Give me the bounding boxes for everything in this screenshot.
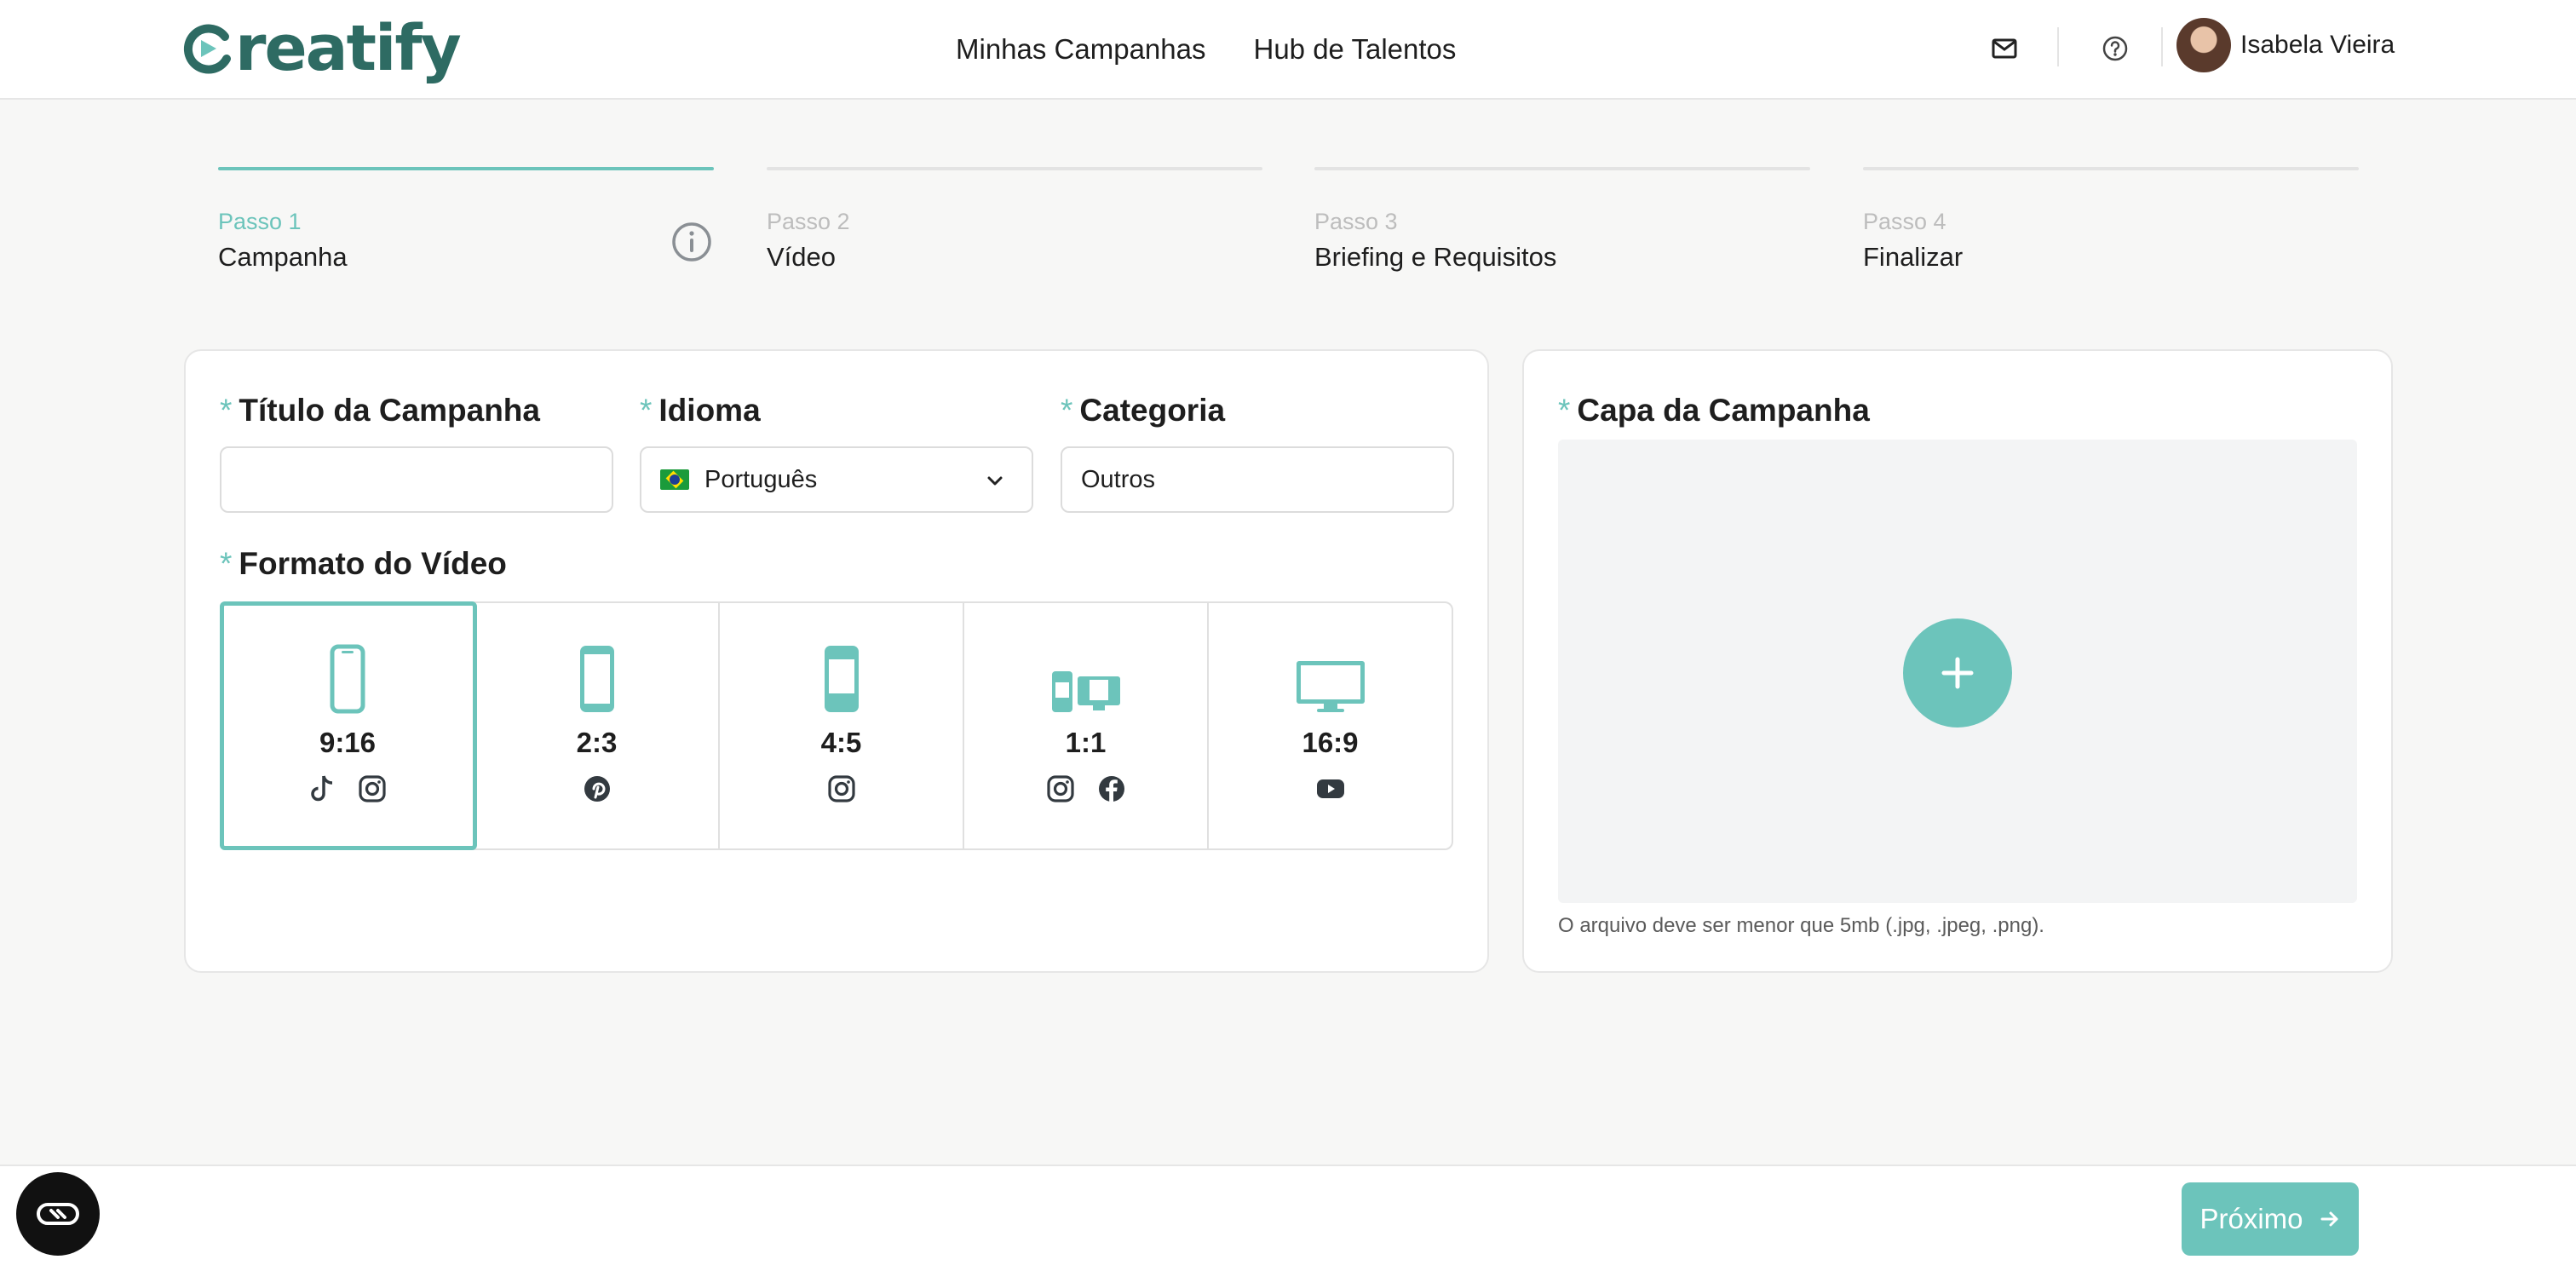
required-mark: *	[640, 393, 653, 428]
pinterest-icon	[584, 776, 610, 802]
format-ratio: 16:9	[1302, 727, 1359, 758]
nav-minhas-campanhas[interactable]: Minhas Campanhas	[956, 29, 1206, 70]
user-name[interactable]: Isabela Vieira	[2240, 27, 2395, 63]
title-label-text: Título da Campanha	[239, 393, 540, 428]
brazil-flag-icon	[660, 469, 689, 490]
info-icon[interactable]	[670, 220, 714, 264]
add-cover-button[interactable]	[1903, 618, 2012, 728]
format-option-16-9[interactable]: 16:9	[1209, 603, 1452, 848]
step-progress-bar	[1863, 167, 2359, 170]
next-button[interactable]: Próximo	[2182, 1182, 2359, 1256]
format-label: * Formato do Vídeo	[220, 543, 507, 584]
instagram-icon	[827, 775, 855, 802]
step-finalizar[interactable]: Passo 4 Finalizar	[1863, 167, 2359, 278]
video-format-selector: 9:16 2:3 4:5 1:1 16:9	[220, 601, 1453, 850]
phone-filled-icon	[823, 644, 860, 714]
next-button-label: Próximo	[2199, 1203, 2303, 1234]
creatify-logo[interactable]: reatify	[182, 12, 462, 85]
campaign-title-input[interactable]	[220, 446, 613, 513]
campaign-form-card: * Título da Campanha * Idioma Português * C…	[184, 349, 1489, 973]
format-option-4-5[interactable]: 4:5	[720, 603, 964, 848]
step-video[interactable]: Passo 2 Vídeo	[767, 167, 1262, 278]
language-label: * Idioma	[640, 390, 761, 431]
main-nav: Minhas Campanhas Hub de Talentos	[956, 29, 1456, 70]
step-progress-bar	[218, 167, 714, 170]
step-progress-bar	[1314, 167, 1810, 170]
monitor-icon	[1295, 644, 1366, 714]
step-number: Passo 4	[1863, 209, 1946, 234]
instagram-icon	[1046, 775, 1074, 802]
cover-upload-dropzone[interactable]	[1558, 440, 2357, 903]
step-number: Passo 2	[767, 209, 850, 234]
facebook-icon	[1098, 776, 1124, 802]
language-value: Português	[704, 465, 818, 493]
phone-outline-icon	[330, 644, 365, 714]
infinity-loop-icon	[37, 1203, 79, 1225]
logo-play-icon	[183, 24, 231, 74]
top-header: reatify Minhas Campanhas Hub de Talentos…	[0, 0, 2576, 100]
language-select[interactable]: Português	[640, 446, 1033, 513]
required-mark: *	[220, 546, 233, 581]
format-ratio: 1:1	[1065, 727, 1107, 758]
step-briefing[interactable]: Passo 3 Briefing e Requisitos	[1314, 167, 1810, 278]
category-label-text: Categoria	[1079, 393, 1226, 428]
step-title: Campanha	[218, 242, 348, 272]
chevron-down-icon	[987, 476, 1003, 486]
phone-and-monitor-icon	[1050, 644, 1122, 714]
instagram-icon	[359, 775, 386, 802]
youtube-icon	[1316, 779, 1344, 798]
format-ratio: 2:3	[576, 727, 618, 758]
format-option-2-3[interactable]: 2:3	[475, 603, 720, 848]
category-label: * Categoria	[1061, 390, 1225, 431]
user-avatar[interactable]	[2176, 18, 2231, 72]
required-mark: *	[220, 393, 233, 428]
language-label-text: Idioma	[658, 393, 761, 428]
help-icon[interactable]	[2096, 30, 2134, 67]
arrow-right-icon	[2320, 1211, 2338, 1227]
step-number: Passo 3	[1314, 209, 1398, 234]
cover-label-text: Capa da Campanha	[1577, 393, 1870, 428]
required-mark: *	[1061, 393, 1073, 428]
title-label: * Título da Campanha	[220, 390, 540, 431]
category-value: Outros	[1081, 465, 1156, 493]
cover-label: * Capa da Campanha	[1558, 390, 1870, 431]
tiktok-icon	[311, 775, 333, 802]
upload-hint: O arquivo deve ser menor que 5mb (.jpg, …	[1558, 914, 2044, 937]
step-progress-bar	[767, 167, 1262, 170]
header-divider	[2161, 27, 2163, 66]
nav-hub-de-talentos[interactable]: Hub de Talentos	[1254, 29, 1457, 70]
format-ratio: 9:16	[319, 727, 377, 758]
format-option-9-16[interactable]: 9:16	[220, 601, 477, 850]
cover-upload-card: * Capa da Campanha O arquivo deve ser men…	[1522, 349, 2393, 973]
plus-icon	[1941, 657, 1974, 689]
format-option-1-1[interactable]: 1:1	[964, 603, 1209, 848]
step-title: Finalizar	[1863, 242, 1964, 272]
required-mark: *	[1558, 393, 1571, 428]
logo-text: reatify	[235, 12, 462, 85]
header-divider	[2057, 27, 2059, 66]
chat-widget-button[interactable]	[16, 1172, 100, 1256]
step-title: Briefing e Requisitos	[1314, 242, 1557, 272]
step-title: Vídeo	[767, 242, 837, 272]
format-label-text: Formato do Vídeo	[239, 546, 507, 581]
phone-filled-icon	[578, 644, 616, 714]
format-ratio: 4:5	[820, 727, 862, 758]
step-number: Passo 1	[218, 209, 302, 234]
category-field[interactable]: Outros	[1061, 446, 1454, 513]
mail-icon[interactable]	[1986, 30, 2023, 67]
step-campanha[interactable]: Passo 1 Campanha	[218, 167, 714, 278]
